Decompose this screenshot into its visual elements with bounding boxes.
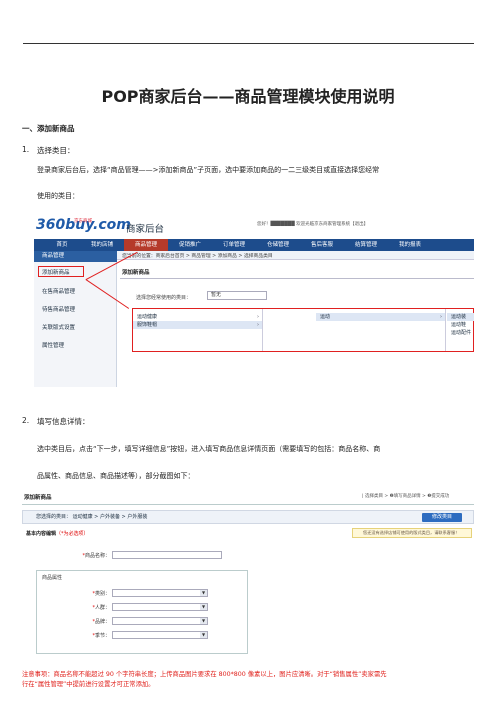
step-1-label: 选择类目：	[37, 146, 75, 155]
app-brand-name: 商家后台	[126, 224, 165, 235]
document-title: POP商家后台——商品管理模块使用说明	[101, 87, 395, 106]
field-label-brand: *品牌：	[92, 619, 110, 625]
step-1-number: 1.	[22, 145, 30, 154]
chevron-down-icon: ▼	[200, 604, 207, 610]
frequent-category-select[interactable]: 暂无	[207, 291, 267, 300]
sidebar-item-attributes[interactable]: 属性管理	[42, 341, 64, 349]
nav-reports[interactable]: 我的报表	[390, 239, 430, 251]
chevron-down-icon: ▼	[200, 632, 207, 638]
basic-section-title: 基本内容编辑（*为必选项）	[26, 531, 89, 537]
panel-divider	[120, 278, 474, 279]
nav-settlement[interactable]: 结算管理	[346, 239, 386, 251]
form-title: 添加新商品	[24, 495, 52, 501]
panel-title: 添加新商品	[122, 270, 150, 276]
brand-logo-sub: 京东商城	[74, 219, 92, 224]
attributes-group	[36, 570, 248, 654]
nav-product-mgmt[interactable]: 商品管理	[124, 239, 168, 251]
frequent-category-label: 选择您经常使用的类目：	[136, 295, 192, 301]
nav-warehouse[interactable]: 仓储管理	[258, 239, 298, 251]
attributes-group-title: 商品属性	[42, 575, 63, 581]
warning-banner: 您还没有选择店铺可使用的版式类目，请联系客服！	[352, 528, 472, 538]
category-item[interactable]: 运动装	[447, 313, 474, 321]
field-label-audience: *人群：	[92, 605, 110, 611]
category-item[interactable]: 运动配件	[447, 329, 474, 337]
category-item[interactable]: 运动健康 ›	[133, 313, 262, 321]
sidebar-item-layout[interactable]: 关联版式设置	[42, 323, 75, 331]
section-heading: 一、添加新商品	[22, 124, 75, 133]
step-2-text-line1: 选中类目后，点击“下一步，填写详细信息”按钮，进入填写商品信息详情页面（需要填写…	[37, 445, 381, 453]
chevron-down-icon: ▼	[200, 618, 207, 624]
field-label-season: *季节：	[92, 633, 110, 639]
user-welcome: 您好！███████ 欢迎光临京东商家管理系统【退出】	[257, 222, 369, 227]
category-col-1: 运动健康 › 服饰鞋帽 ›	[133, 309, 263, 351]
step-2-label: 填写信息详情：	[37, 417, 90, 426]
category-col-3: 运动装 运动鞋 运动配件	[447, 309, 474, 351]
field-select-season[interactable]: ▼	[112, 631, 208, 639]
category-col-2: 运动 ›	[316, 309, 446, 351]
notice-line-2: 行在“属性管理”中提前进行设置才可正常添加。	[22, 681, 155, 688]
product-name-input[interactable]	[112, 551, 222, 559]
step-1-text-line2: 使用的类目：	[37, 192, 79, 200]
chevron-down-icon: ▼	[200, 590, 207, 596]
main-nav: 首页 我的店铺 商品管理 促销推广 订单管理 仓储管理 售后客服 结算管理 我的…	[34, 239, 474, 251]
field-label-category: *类别：	[92, 591, 110, 597]
notice-line-1: 注意事项：商品名称不能超过 90 个字符串长度；上传商品图片要求在 800*80…	[22, 671, 387, 678]
change-category-button[interactable]: 修改类目	[422, 513, 462, 522]
sidebar: 商品管理 添加新商品 在售商品管理 待售商品管理 关联版式设置 属性管理	[34, 251, 117, 387]
step-2-text-line2: 品属性、商品信息、商品描述等），部分截图如下：	[37, 472, 195, 480]
sidebar-item-pending[interactable]: 待售商品管理	[42, 305, 75, 313]
screenshot-product-details: 添加新商品 | 选择类目 > ❷填写商品详情 > ❸提交成功 您选择的类目： 运…	[22, 490, 474, 655]
product-name-label: *商品名称：	[82, 553, 110, 559]
category-item[interactable]: 运动鞋	[447, 321, 474, 329]
field-select-category[interactable]: ▼	[112, 589, 208, 597]
sidebar-item-add-product[interactable]: 添加新商品	[42, 268, 70, 276]
step-1-text-line1: 登录商家后台后，选择“商品管理——>添加新商品”子页面，选中要添加商品的一二三级…	[37, 166, 380, 174]
sidebar-head: 商品管理	[34, 251, 117, 262]
nav-my-shop[interactable]: 我的店铺	[82, 239, 122, 251]
selected-category-path: 您选择的类目： 运动健康 > 户外装备 > 户外服装	[22, 510, 474, 524]
category-item[interactable]: 运动 ›	[316, 313, 445, 321]
notice-text: 注意事项：商品名称不能超过 90 个字符串长度；上传商品图片要求在 800*80…	[22, 670, 478, 690]
screenshot-category-select: 360buy.com 京东商城 商家后台 您好！███████ 欢迎光临京东商家…	[34, 216, 474, 387]
header-rule	[23, 43, 474, 44]
breadcrumb: 您当前的位置：商家后台首页 > 商品管理 > 添加商品 > 选择商品类目	[122, 254, 273, 259]
field-select-brand[interactable]: ▼	[112, 617, 208, 625]
nav-orders[interactable]: 订单管理	[214, 239, 254, 251]
field-select-audience[interactable]: ▼	[112, 603, 208, 611]
app-header: 360buy.com 京东商城 商家后台 您好！███████ 欢迎光临京东商家…	[34, 216, 474, 238]
nav-aftersale[interactable]: 售后客服	[302, 239, 342, 251]
category-picker: 运动健康 › 服饰鞋帽 › 运动 › 运动装 运动鞋 运动配件	[132, 308, 474, 352]
step-2-number: 2.	[22, 416, 30, 425]
nav-promotion[interactable]: 促销推广	[170, 239, 210, 251]
progress-steps: | 选择类目 > ❷填写商品详情 > ❸提交成功	[362, 494, 450, 499]
category-item[interactable]: 服饰鞋帽 ›	[133, 321, 262, 329]
nav-home[interactable]: 首页	[44, 239, 80, 251]
sidebar-item-onsale[interactable]: 在售商品管理	[42, 287, 75, 295]
form-divider	[22, 504, 474, 505]
